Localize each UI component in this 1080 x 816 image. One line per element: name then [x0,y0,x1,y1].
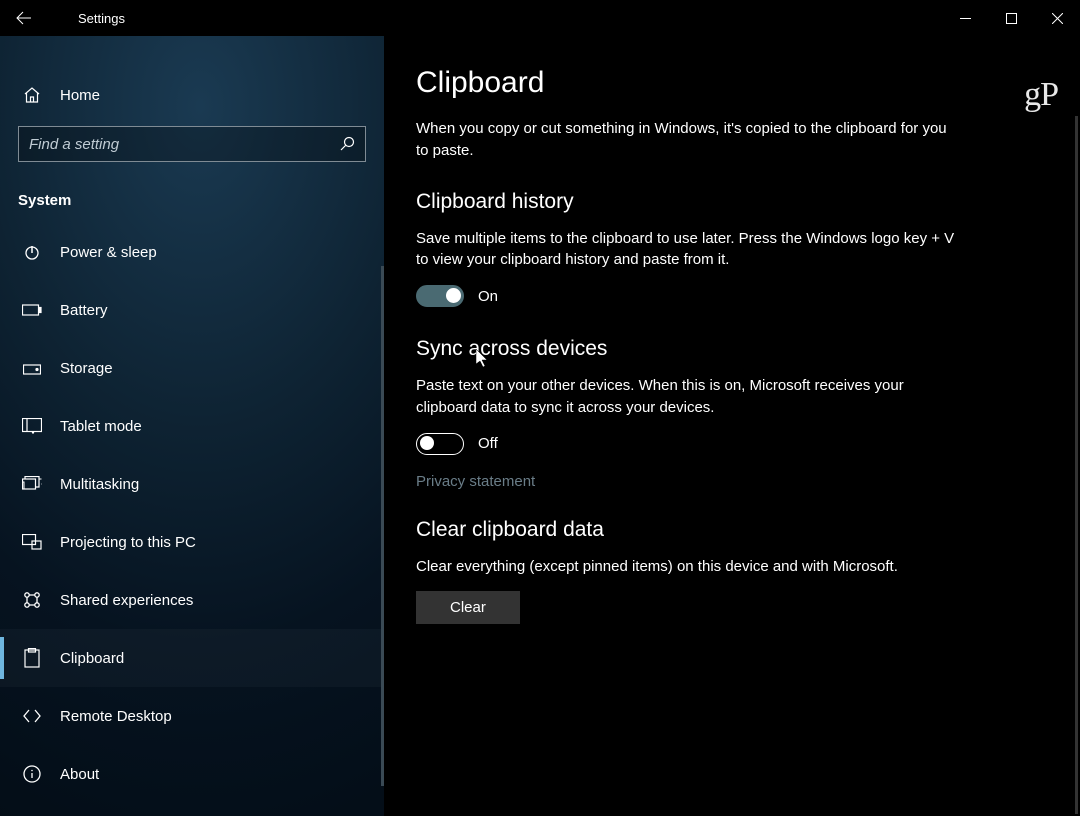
toggle-label-sync: Off [478,435,498,452]
shared-experiences-icon [22,591,42,609]
section-desc-clear: Clear everything (except pinned items) o… [416,556,956,578]
close-icon [1052,13,1063,24]
sync-devices-toggle[interactable] [416,433,464,455]
sidebar-item-multitasking[interactable]: Multitasking [0,455,384,513]
sidebar-item-projecting[interactable]: Projecting to this PC [0,513,384,571]
projecting-icon [22,534,42,550]
sidebar-item-power-sleep[interactable]: Power & sleep [0,223,384,281]
sidebar-item-label: About [60,766,99,783]
page-title: Clipboard [416,66,1052,100]
battery-icon [22,304,42,316]
home-label: Home [60,87,100,104]
sidebar-item-label: Battery [60,302,108,319]
search-input[interactable] [29,136,339,153]
nav-list: Power & sleep Battery Storage [0,223,384,816]
window-title: Settings [48,11,125,26]
sidebar: Home System Power & sleep [0,36,384,816]
search-container [0,114,384,172]
brand-watermark: gP [1024,76,1058,114]
sidebar-item-tablet-mode[interactable]: Tablet mode [0,397,384,455]
sidebar-item-label: Projecting to this PC [60,534,196,551]
sidebar-item-label: Remote Desktop [60,708,172,725]
section-title-clear: Clear clipboard data [416,518,1052,542]
power-icon [22,243,42,261]
arrow-left-icon [16,10,32,26]
toggle-label-history: On [478,288,498,305]
section-title-history: Clipboard history [416,190,1052,214]
sidebar-item-shared-experiences[interactable]: Shared experiences [0,571,384,629]
section-desc-sync: Paste text on your other devices. When t… [416,375,956,419]
category-label: System [0,172,384,223]
section-desc-history: Save multiple items to the clipboard to … [416,228,956,272]
remote-desktop-icon [22,708,42,724]
maximize-icon [1006,13,1017,24]
close-button[interactable] [1034,0,1080,36]
sidebar-item-storage[interactable]: Storage [0,339,384,397]
about-icon [22,765,42,783]
main-content: gP Clipboard When you copy or cut someth… [384,36,1080,816]
sidebar-item-label: Storage [60,360,113,377]
sidebar-item-clipboard[interactable]: Clipboard [0,629,384,687]
toggle-row-history: On [416,285,1052,307]
storage-icon [22,361,42,375]
sidebar-item-label: Power & sleep [60,244,157,261]
sidebar-item-label: Shared experiences [60,592,193,609]
clipboard-history-toggle[interactable] [416,285,464,307]
privacy-statement-link[interactable]: Privacy statement [416,473,535,490]
clear-button[interactable]: Clear [416,591,520,624]
sidebar-item-battery[interactable]: Battery [0,281,384,339]
sidebar-item-remote-desktop[interactable]: Remote Desktop [0,687,384,745]
titlebar: Settings [0,0,1080,36]
sidebar-item-label: Clipboard [60,650,124,667]
sidebar-item-label: Multitasking [60,476,139,493]
section-title-sync: Sync across devices [416,337,1052,361]
search-box[interactable] [18,126,366,162]
minimize-icon [960,13,971,24]
toggle-row-sync: Off [416,433,1052,455]
back-button[interactable] [0,0,48,36]
window-controls [942,0,1080,36]
search-icon [339,136,355,152]
settings-window: Settings Home [0,0,1080,816]
main-scrollbar[interactable] [1075,116,1078,814]
tablet-mode-icon [22,418,42,434]
sidebar-item-label: Tablet mode [60,418,142,435]
page-intro: When you copy or cut something in Window… [416,118,956,162]
maximize-button[interactable] [988,0,1034,36]
clipboard-icon [22,648,42,668]
minimize-button[interactable] [942,0,988,36]
multitasking-icon [22,476,42,492]
sidebar-item-about[interactable]: About [0,745,384,803]
home-button[interactable]: Home [0,76,384,114]
home-icon [22,86,42,104]
